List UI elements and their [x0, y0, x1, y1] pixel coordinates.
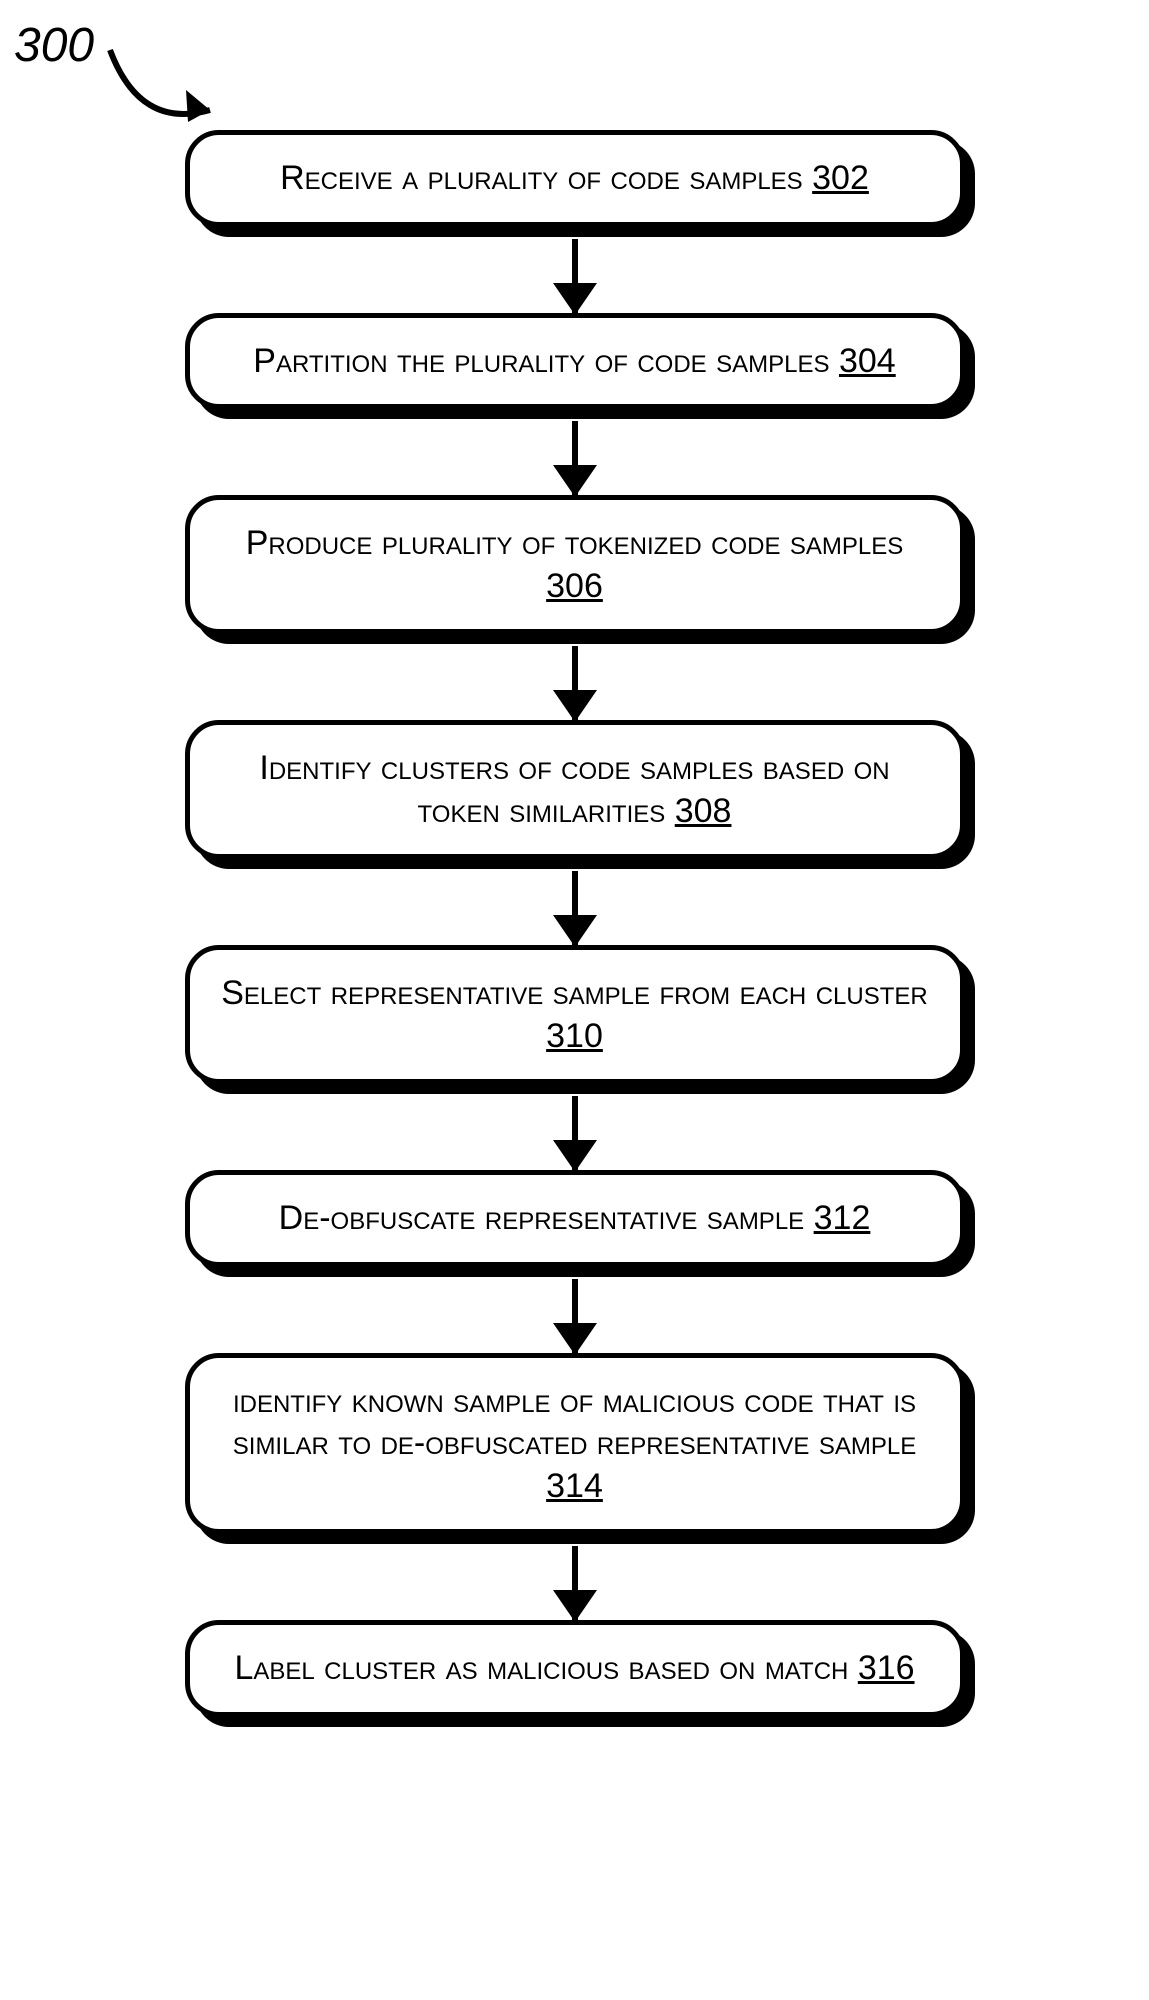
flow-step-text: Label cluster as malicious based on matc… — [234, 1649, 857, 1687]
flow-step: identify known sample of malicious code … — [185, 1353, 965, 1535]
flowchart-canvas: 300 Receive a plurality of code samples … — [0, 0, 1149, 2000]
flow-arrow-icon — [572, 239, 578, 313]
flow-step: Produce plurality of tokenized code samp… — [185, 495, 965, 634]
flow-step: Identify clusters of code samples based … — [185, 720, 965, 859]
flow-step: De-obfuscate representative sample 312 — [185, 1170, 965, 1267]
flow-step-ref: 306 — [546, 567, 603, 605]
flow-step-box: Partition the plurality of code samples … — [185, 313, 965, 410]
flowchart-column: Receive a plurality of code samples 302 P… — [0, 130, 1149, 1717]
flow-step-ref: 302 — [812, 159, 869, 197]
flow-step: Receive a plurality of code samples 302 — [185, 130, 965, 227]
flow-arrow-icon — [572, 646, 578, 720]
flow-step-text: Receive a plurality of code samples — [280, 159, 812, 197]
flow-step-text: Identify clusters of code samples based … — [259, 749, 889, 830]
flow-step-box: Identify clusters of code samples based … — [185, 720, 965, 859]
flow-step: Select representative sample from each c… — [185, 945, 965, 1084]
flow-step-box: Select representative sample from each c… — [185, 945, 965, 1084]
flow-step-text: De-obfuscate representative sample — [279, 1199, 814, 1237]
flow-step-box: identify known sample of malicious code … — [185, 1353, 965, 1535]
flow-arrow-icon — [572, 1546, 578, 1620]
flow-step-box: De-obfuscate representative sample 312 — [185, 1170, 965, 1267]
flow-step-text: Partition the plurality of code samples — [253, 342, 839, 380]
flow-step-ref: 312 — [814, 1199, 871, 1237]
flow-step-ref: 304 — [839, 342, 896, 380]
flow-step-text: identify known sample of malicious code … — [233, 1382, 916, 1463]
flow-step-ref: 310 — [546, 1017, 603, 1055]
flow-step-text: Produce plurality of tokenized code samp… — [246, 524, 904, 562]
flow-arrow-icon — [572, 1096, 578, 1170]
flow-arrow-icon — [572, 871, 578, 945]
flow-arrow-icon — [572, 1279, 578, 1353]
flow-step-ref: 314 — [546, 1467, 603, 1505]
flow-step-text: Select representative sample from each c… — [221, 974, 927, 1012]
flow-step-ref: 308 — [675, 792, 732, 830]
figure-reference-label: 300 — [14, 18, 94, 73]
flow-step: Label cluster as malicious based on matc… — [185, 1620, 965, 1717]
flow-arrow-icon — [572, 421, 578, 495]
flow-step-box: Label cluster as malicious based on matc… — [185, 1620, 965, 1717]
flow-step-box: Receive a plurality of code samples 302 — [185, 130, 965, 227]
flow-step-ref: 316 — [858, 1649, 915, 1687]
flow-step: Partition the plurality of code samples … — [185, 313, 965, 410]
flow-step-box: Produce plurality of tokenized code samp… — [185, 495, 965, 634]
